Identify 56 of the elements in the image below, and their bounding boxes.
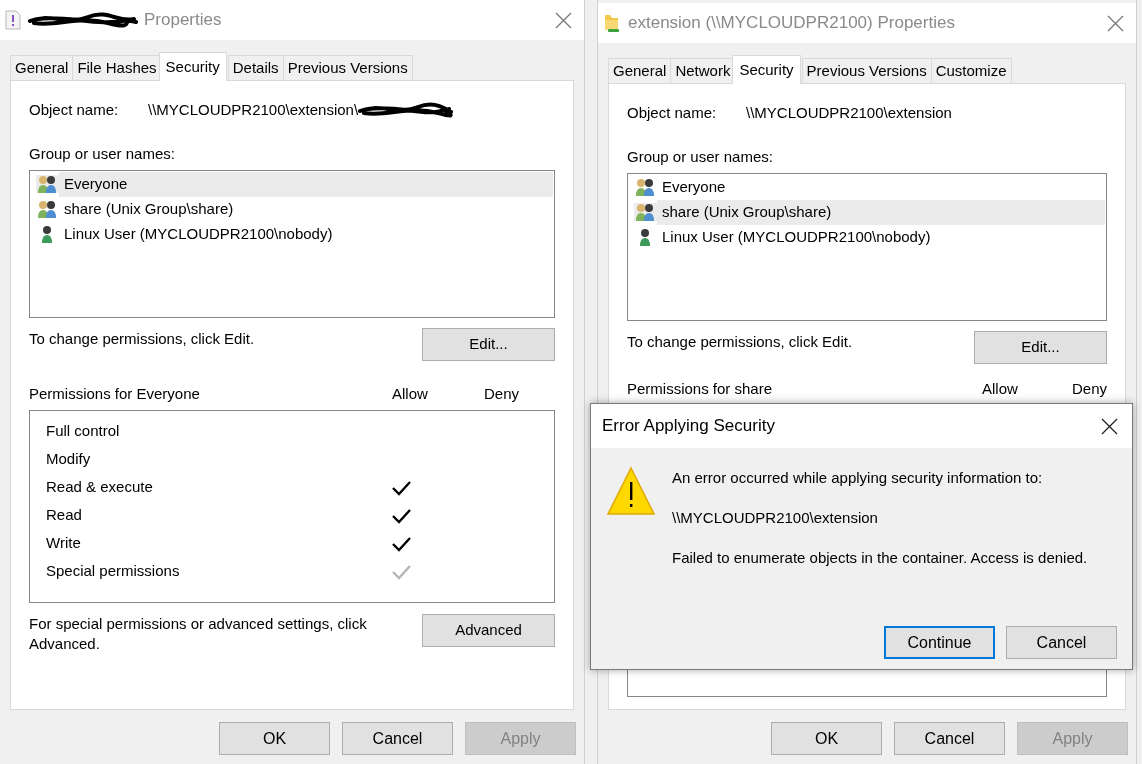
hint-text: To change permissions, click Edit. xyxy=(627,331,853,352)
field-label: Object name: xyxy=(29,99,120,120)
footer-button[interactable]: OK xyxy=(771,722,882,755)
warning-icon xyxy=(607,466,655,516)
group-icon xyxy=(634,178,657,196)
tab[interactable]: General xyxy=(608,58,672,83)
list-item[interactable]: share (Unix Group\share) xyxy=(31,196,553,222)
tab[interactable]: Customize xyxy=(930,58,1012,83)
footer-button[interactable]: Cancel xyxy=(342,722,453,755)
column-heading: Deny xyxy=(484,383,520,404)
object-name: \\MYCLOUDPR2100\extension\ xyxy=(148,99,359,120)
tab[interactable]: Security xyxy=(732,55,801,84)
field-label: Group or user names: xyxy=(627,147,774,167)
column-heading: Deny xyxy=(1071,378,1107,399)
tab[interactable]: Security xyxy=(158,52,227,81)
tab[interactable]: Details xyxy=(227,55,284,80)
message-text: Failed to enumerate objects in the container. Access is denied. xyxy=(672,548,1088,568)
hint-text: For special permissions or advanced settings, click Advanced. xyxy=(29,614,368,654)
column-heading: Allow xyxy=(392,383,429,404)
field-label: Object name: xyxy=(627,102,718,123)
permission-name: Read & execute xyxy=(46,476,154,497)
message-text: An error occurred while applying security information to: xyxy=(672,468,1044,488)
permissions-heading: Permissions for share xyxy=(627,378,774,399)
permission-name: Read xyxy=(46,504,83,525)
dialog-title: Error Applying Security xyxy=(602,415,775,438)
group-icon xyxy=(36,200,59,218)
group-icon xyxy=(634,203,657,221)
list-item[interactable]: Linux User (MYCLOUDPR2100\nobody) xyxy=(629,224,1105,250)
edit-button[interactable]: Edit... xyxy=(422,327,555,361)
file-icon xyxy=(4,10,22,30)
permissions-heading: Permissions for Everyone xyxy=(29,383,201,404)
column-heading: Allow xyxy=(982,378,1019,399)
advanced-button[interactable]: Advanced xyxy=(422,614,555,647)
hint-text: To change permissions, click Edit. xyxy=(29,328,255,349)
dialog-button[interactable]: Continue xyxy=(884,626,995,659)
footer-button[interactable]: Cancel xyxy=(894,722,1005,755)
window-title: Properties xyxy=(144,9,222,32)
close-icon[interactable] xyxy=(1101,417,1118,435)
permission-name: Modify xyxy=(46,448,92,469)
edit-button[interactable]: Edit... xyxy=(974,330,1107,364)
message-text: \\MYCLOUDPR2100\extension xyxy=(672,508,879,528)
group-icon xyxy=(36,175,59,193)
permission-name: Write xyxy=(46,532,82,553)
folder-icon xyxy=(602,13,622,33)
dialog-button[interactable]: Cancel xyxy=(1006,626,1117,659)
permission-name: Full control xyxy=(46,420,121,441)
permission-name: Special permissions xyxy=(46,560,181,581)
object-name: \\MYCLOUDPR2100\extension xyxy=(746,102,952,123)
tab[interactable]: General xyxy=(10,55,74,80)
list-item[interactable]: Linux User (MYCLOUDPR2100\nobody) xyxy=(31,221,553,247)
field-label: Group or user names: xyxy=(29,144,176,164)
footer-button[interactable]: OK xyxy=(219,722,330,755)
list-item[interactable]: Everyone xyxy=(629,174,1105,200)
tab[interactable]: Previous Versions xyxy=(282,55,413,80)
tab[interactable]: Previous Versions xyxy=(801,58,932,83)
window-title: extension (\\MYCLOUDPR2100) Properties xyxy=(628,12,955,35)
